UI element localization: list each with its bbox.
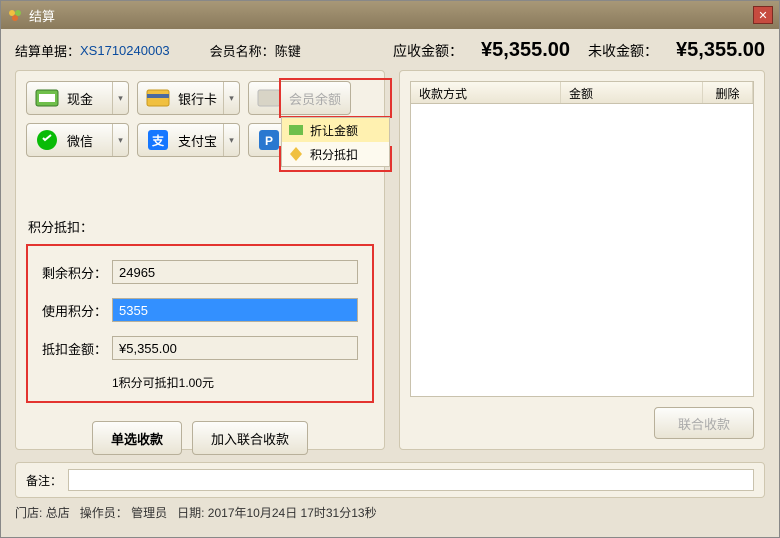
table-header-delete: 删除 — [703, 82, 753, 103]
points-section-title: 积分抵扣： — [28, 217, 374, 236]
points-note: 1积分可抵扣1.00元 — [112, 374, 358, 391]
pay-cash-label: 现金 — [67, 89, 112, 108]
pay-alipay-label: 支付宝 — [178, 131, 223, 150]
svg-text:支: 支 — [151, 133, 165, 148]
app-icon — [7, 7, 23, 23]
pay-alipay-button[interactable]: 支 支付宝 ▾ — [137, 123, 240, 157]
chevron-down-icon[interactable]: ▾ — [112, 82, 128, 114]
bank-card-icon — [144, 87, 172, 109]
dropdown-label: 折让金额 — [310, 122, 358, 139]
member-name: 陈键 — [275, 41, 301, 60]
dropdown-label: 积分抵扣 — [310, 146, 358, 163]
remain-points-label: 剩余积分： — [42, 263, 112, 282]
doc-label: 结算单据： — [15, 41, 80, 60]
svg-text:P: P — [265, 134, 273, 148]
dropdown-item-points[interactable]: 积分抵扣 — [282, 142, 389, 166]
pay-balance-button[interactable]: 会员余额 — [248, 81, 351, 115]
unpaid-value: ¥5,355.00 — [676, 39, 765, 62]
dropdown-item-discount[interactable]: 折让金额 — [282, 118, 389, 142]
due-label: 应收金额： — [393, 41, 463, 61]
payment-table: 收款方式 金额 删除 — [410, 81, 754, 397]
join-union-button[interactable]: 加入联合收款 — [192, 421, 308, 455]
deduct-amount-field — [112, 336, 358, 360]
pay-wechat-button[interactable]: 微信 ▾ — [26, 123, 129, 157]
union-collect-button: 联合收款 — [654, 407, 754, 439]
chevron-down-icon[interactable]: ▾ — [223, 124, 239, 156]
remain-points-field — [112, 260, 358, 284]
deduct-amount-label: 抵扣金额： — [42, 339, 112, 358]
pay-wechat-label: 微信 — [67, 131, 112, 150]
use-points-input[interactable] — [112, 298, 358, 322]
remark-row: 备注： — [15, 462, 765, 498]
use-points-label: 使用积分： — [42, 301, 112, 320]
member-label: 会员名称： — [210, 41, 275, 60]
table-header-amount: 金额 — [561, 82, 703, 103]
points-icon — [288, 146, 304, 162]
discount-icon — [288, 122, 304, 138]
table-header-method: 收款方式 — [411, 82, 561, 103]
pay-cash-button[interactable]: 现金 ▾ — [26, 81, 129, 115]
cash-icon — [33, 87, 61, 109]
doc-number[interactable]: XS1710240003 — [80, 43, 170, 58]
title-bar: 结算 ✕ — [1, 1, 779, 29]
alipay-icon: 支 — [144, 129, 172, 151]
status-bar: 门店: 总店 操作员： 管理员 日期: 2017年10月24日 17时31分13… — [15, 504, 765, 521]
pay-bank-button[interactable]: 银行卡 ▾ — [137, 81, 240, 115]
remark-label: 备注： — [26, 472, 62, 489]
other-icon: P — [255, 129, 283, 151]
window-title: 结算 — [29, 6, 753, 25]
chevron-down-icon[interactable]: ▾ — [112, 124, 128, 156]
balance-icon — [255, 87, 283, 109]
wechat-icon — [33, 129, 61, 151]
single-collect-button[interactable]: 单选收款 — [92, 421, 182, 455]
pay-balance-label: 会员余额 — [289, 89, 350, 108]
other-dropdown: 折让金额 积分抵扣 — [281, 117, 390, 167]
close-button[interactable]: ✕ — [753, 6, 773, 24]
remark-input[interactable] — [68, 469, 754, 491]
pay-bank-label: 银行卡 — [178, 89, 223, 108]
points-form: 剩余积分： 使用积分： 抵扣金额： 1积分可抵扣1.00元 — [26, 244, 374, 403]
due-value: ¥5,355.00 — [481, 39, 570, 62]
unpaid-label: 未收金额： — [588, 41, 658, 61]
chevron-down-icon[interactable]: ▾ — [223, 82, 239, 114]
